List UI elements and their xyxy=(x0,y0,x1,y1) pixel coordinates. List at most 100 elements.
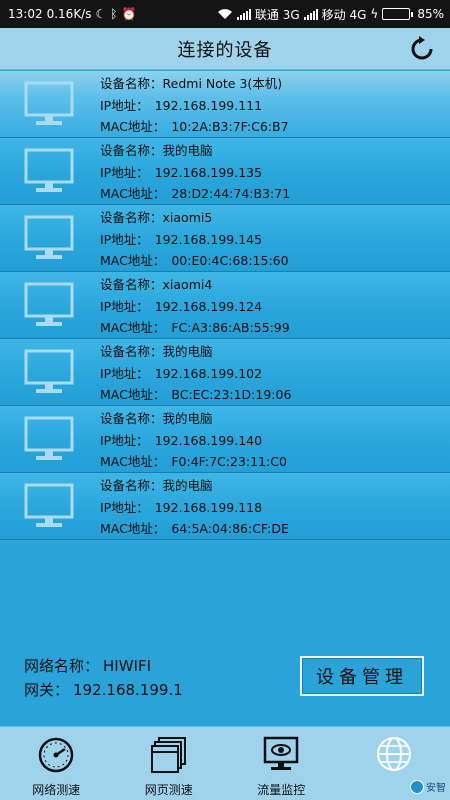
device-details: 设备名称：xiaomi5 IP地址： 192.168.199.145 MAC地址： 00… xyxy=(100,207,289,272)
status-time: 13:02 xyxy=(8,7,43,21)
device-name-line: 设备名称：我的电脑 xyxy=(100,140,290,162)
network-speed: 0.16K/s xyxy=(46,7,92,21)
device-row[interactable]: 设备名称：xiaomi4 IP地址： 192.168.199.124 MAC地址： FC… xyxy=(0,272,450,339)
gateway-value: 192.168.199.1 xyxy=(73,681,183,699)
device-details: 设备名称：我的电脑 IP地址： 192.168.199.118 MAC地址： 64:5A… xyxy=(100,475,289,540)
device-mac: FC:A3:86:AB:55:99 xyxy=(171,320,290,335)
device-ip-line: IP地址： 192.168.199.102 xyxy=(100,363,291,385)
device-name-line: 设备名称：我的电脑 xyxy=(100,408,287,430)
watermark-logo-icon xyxy=(410,779,424,794)
device-mac-line: MAC地址： FC:A3:86:AB:55:99 xyxy=(100,317,290,339)
device-mac-label: MAC地址： xyxy=(100,186,166,201)
globe-icon xyxy=(376,737,411,771)
device-ip-line: IP地址： 192.168.199.111 xyxy=(100,95,289,117)
device-manage-button[interactable]: 设备管理 xyxy=(300,656,424,696)
device-ip-label: IP地址： xyxy=(100,164,149,180)
device-mac-line: MAC地址： BC:EC:23:1D:19:06 xyxy=(100,384,291,406)
wifi-icon xyxy=(217,9,232,19)
device-ip: 192.168.199.145 xyxy=(154,231,263,247)
device-name: xiaomi5 xyxy=(162,210,213,225)
app-header: 连接的设备 xyxy=(0,28,450,70)
monitor-eye-icon xyxy=(264,736,299,770)
device-details: 设备名称：我的电脑 IP地址： 192.168.199.135 MAC地址： 28:D2… xyxy=(100,140,290,205)
nav-traffic-monitor[interactable]: 流量监控 xyxy=(225,727,338,800)
device-ip: 192.168.199.102 xyxy=(154,365,263,381)
device-ip-label: IP地址： xyxy=(100,298,149,314)
device-ip-label: IP地址： xyxy=(100,432,149,448)
monitor-icon xyxy=(24,81,74,127)
watermark: 安智 xyxy=(410,779,446,794)
device-ip-label: IP地址： xyxy=(100,97,149,113)
device-ip-line: IP地址： 192.168.199.145 xyxy=(100,229,289,251)
status-bar: 13:02 0.16K/s ☾ ᛒ ⏰ 联通 3G 移动 4G ϟ 85% xyxy=(0,0,450,28)
monitor-icon xyxy=(24,483,74,529)
carrier-2: 移动 4G xyxy=(321,7,367,22)
device-name-label: 设备名称： xyxy=(100,277,163,292)
device-ip-label: IP地址： xyxy=(100,499,149,515)
nav-web-speed[interactable]: 网页测速 xyxy=(113,727,226,800)
moon-icon: ☾ xyxy=(95,7,107,21)
carrier-1: 联通 3G xyxy=(254,7,300,22)
status-right: 联通 3G 移动 4G ϟ 85% xyxy=(217,6,444,23)
device-mac: 64:5A:04:86:CF:DE xyxy=(171,521,289,536)
device-ip-line: IP地址： 192.168.199.135 xyxy=(100,162,290,184)
device-mac-line: MAC地址： 28:D2:44:74:B3:71 xyxy=(100,183,290,205)
device-row[interactable]: 设备名称：我的电脑 IP地址： 192.168.199.118 MAC地址： 64:5A… xyxy=(0,473,450,540)
device-row[interactable]: 设备名称：Redmi Note 3(本机) IP地址： 192.168.199.11… xyxy=(0,71,450,138)
device-row[interactable]: 设备名称：我的电脑 IP地址： 192.168.199.135 MAC地址： 28:D2… xyxy=(0,138,450,205)
device-mac: 00:E0:4C:68:15:60 xyxy=(171,253,289,268)
device-details: 设备名称：xiaomi4 IP地址： 192.168.199.124 MAC地址： FC… xyxy=(100,274,290,339)
device-ip-line: IP地址： 192.168.199.124 xyxy=(100,296,290,318)
status-left: 13:02 0.16K/s ☾ ᛒ ⏰ xyxy=(8,7,136,21)
device-name: 我的电脑 xyxy=(162,344,213,359)
device-name: 我的电脑 xyxy=(162,411,213,426)
device-row[interactable]: 设备名称：我的电脑 IP地址： 192.168.199.102 MAC地址： BC:EC… xyxy=(0,339,450,406)
monitor-icon xyxy=(24,416,74,462)
battery-icon xyxy=(382,8,414,20)
monitor-icon xyxy=(24,148,74,194)
refresh-button[interactable] xyxy=(408,35,436,63)
device-mac-label: MAC地址： xyxy=(100,320,166,335)
device-mac-label: MAC地址： xyxy=(100,119,166,134)
device-row[interactable]: 设备名称：我的电脑 IP地址： 192.168.199.140 MAC地址： F0:4F… xyxy=(0,406,450,473)
page-title: 连接的设备 xyxy=(177,39,273,61)
bottom-nav: 网络测速 网页测速 流量监控 安智 xyxy=(0,726,450,800)
device-name-label: 设备名称： xyxy=(100,478,163,493)
network-name-line: 网络名称： HIWIFI xyxy=(24,654,183,678)
signal-bars-icon xyxy=(236,8,251,20)
device-row[interactable]: 设备名称：xiaomi5 IP地址： 192.168.199.145 MAC地址： 00… xyxy=(0,205,450,272)
device-ip-label: IP地址： xyxy=(100,365,149,381)
device-mac-label: MAC地址： xyxy=(100,454,166,469)
device-list: 设备名称：Redmi Note 3(本机) IP地址： 192.168.199.11… xyxy=(0,71,450,540)
device-name-line: 设备名称：xiaomi5 xyxy=(100,207,289,229)
refresh-icon xyxy=(411,36,433,60)
monitor-icon xyxy=(24,282,74,328)
bluetooth-icon: ᛒ xyxy=(110,7,118,21)
device-ip: 192.168.199.135 xyxy=(154,164,263,180)
device-name-label: 设备名称： xyxy=(100,143,163,158)
device-mac: F0:4F:7C:23:11:C0 xyxy=(171,454,287,469)
nav-speed-test[interactable]: 网络测速 xyxy=(0,727,113,800)
charging-icon: ϟ xyxy=(370,7,379,21)
device-ip: 192.168.199.118 xyxy=(154,499,263,515)
monitor-icon xyxy=(24,349,74,395)
device-mac: 28:D2:44:74:B3:71 xyxy=(171,186,291,201)
nav-speed-test-label: 网络测速 xyxy=(32,783,81,797)
device-details: 设备名称：Redmi Note 3(本机) IP地址： 192.168.199.11… xyxy=(100,73,289,138)
device-name-label: 设备名称： xyxy=(100,344,163,359)
device-ip: 192.168.199.111 xyxy=(154,97,263,113)
device-name: xiaomi4 xyxy=(162,277,213,292)
speedometer-icon xyxy=(39,737,74,773)
signal-bars-icon xyxy=(303,8,318,20)
device-ip-label: IP地址： xyxy=(100,231,149,247)
device-details: 设备名称：我的电脑 IP地址： 192.168.199.140 MAC地址： F0:4F… xyxy=(100,408,287,473)
device-name-line: 设备名称：xiaomi4 xyxy=(100,274,290,296)
device-mac-line: MAC地址： 00:E0:4C:68:15:60 xyxy=(100,250,289,272)
device-mac: BC:EC:23:1D:19:06 xyxy=(171,387,292,402)
device-ip-line: IP地址： 192.168.199.118 xyxy=(100,497,289,519)
device-mac-line: MAC地址： F0:4F:7C:23:11:C0 xyxy=(100,451,287,473)
device-name-line: 设备名称：我的电脑 xyxy=(100,475,289,497)
device-name-label: 设备名称： xyxy=(100,411,163,426)
device-name-label: 设备名称： xyxy=(100,210,163,225)
device-mac-label: MAC地址： xyxy=(100,387,166,402)
